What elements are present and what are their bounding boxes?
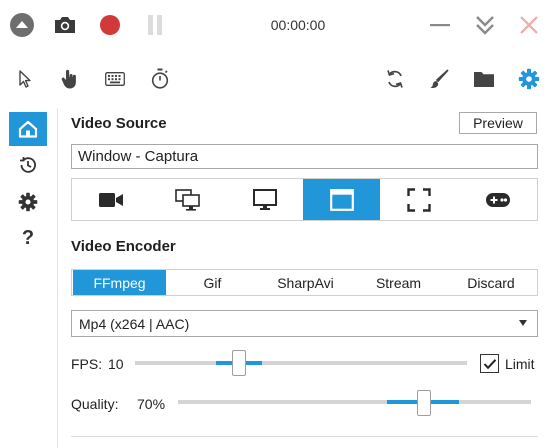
gamepad-icon <box>485 192 511 208</box>
tray-down-icon[interactable] <box>472 12 498 38</box>
history-icon <box>18 155 38 175</box>
format-select[interactable]: Mp4 (x264 | AAC) <box>71 310 538 337</box>
tab-stream[interactable]: Stream <box>352 270 445 295</box>
region-icon <box>406 187 431 212</box>
record-icon[interactable] <box>97 12 123 38</box>
chevron-down-icon <box>519 320 527 326</box>
quality-label: Quality: <box>71 396 119 412</box>
keyboard-icon[interactable] <box>103 67 127 91</box>
quality-slider[interactable] <box>178 389 531 417</box>
sidebar-divider <box>57 108 58 448</box>
sidebar-item-help[interactable]: ? <box>17 227 39 251</box>
hand-click-icon[interactable] <box>58 67 82 91</box>
checkmark-icon <box>483 358 497 370</box>
preview-button[interactable]: Preview <box>459 112 537 134</box>
sidebar-item-home[interactable] <box>9 112 47 146</box>
collapse-up-icon[interactable] <box>9 12 35 38</box>
close-icon[interactable] <box>516 12 542 38</box>
source-webcam-button[interactable] <box>72 179 149 220</box>
source-region-button[interactable] <box>380 179 457 220</box>
section-divider <box>71 436 538 437</box>
fps-label: FPS: <box>71 356 103 372</box>
tab-gif[interactable]: Gif <box>166 270 259 295</box>
source-window-button[interactable] <box>303 179 380 220</box>
tab-sharpavi[interactable]: SharpAvi <box>259 270 352 295</box>
quality-value: 70% <box>137 396 166 412</box>
video-encoder-heading: Video Encoder <box>71 238 176 255</box>
tab-ffmpeg[interactable]: FFmpeg <box>73 270 166 295</box>
format-select-value: Mp4 (x264 | AAC) <box>79 315 190 332</box>
source-game-button[interactable] <box>457 179 539 220</box>
stopwatch-icon[interactable] <box>148 67 172 91</box>
brush-icon[interactable] <box>427 67 451 91</box>
recording-timer: 00:00:00 <box>270 17 326 33</box>
source-multi-screen-button[interactable] <box>149 179 226 220</box>
home-icon <box>18 119 38 139</box>
fps-slider[interactable] <box>135 350 467 376</box>
webcam-icon <box>98 191 124 209</box>
source-monitor-button[interactable] <box>226 179 303 220</box>
fps-slider-thumb[interactable] <box>232 350 246 376</box>
settings-icon <box>18 192 38 212</box>
video-source-field[interactable]: Window - Captura <box>71 144 538 169</box>
fps-slider-track <box>135 361 467 365</box>
quality-slider-thumb[interactable] <box>417 390 431 416</box>
pause-icon[interactable] <box>142 12 168 38</box>
settings-gear-icon[interactable] <box>517 67 541 91</box>
source-selector <box>71 178 538 221</box>
tab-discard[interactable]: Discard <box>445 270 537 295</box>
quality-slider-track <box>178 400 531 404</box>
camera-icon[interactable] <box>52 12 78 38</box>
minimize-icon[interactable] <box>427 12 453 38</box>
mouse-pointer-icon[interactable] <box>13 67 37 91</box>
multi-screen-icon <box>174 188 201 211</box>
sidebar-item-settings[interactable] <box>16 190 40 214</box>
limit-checkbox[interactable] <box>480 354 499 373</box>
limit-label: Limit <box>505 356 535 372</box>
video-source-heading: Video Source <box>71 115 167 132</box>
folder-icon[interactable] <box>472 67 496 91</box>
encoder-tabs: FFmpeg Gif SharpAvi Stream Discard <box>71 269 538 296</box>
refresh-icon[interactable] <box>383 67 407 91</box>
fps-value: 10 <box>108 356 124 372</box>
monitor-icon <box>252 188 277 211</box>
window-icon <box>329 188 354 211</box>
sidebar-item-history[interactable] <box>16 153 40 177</box>
